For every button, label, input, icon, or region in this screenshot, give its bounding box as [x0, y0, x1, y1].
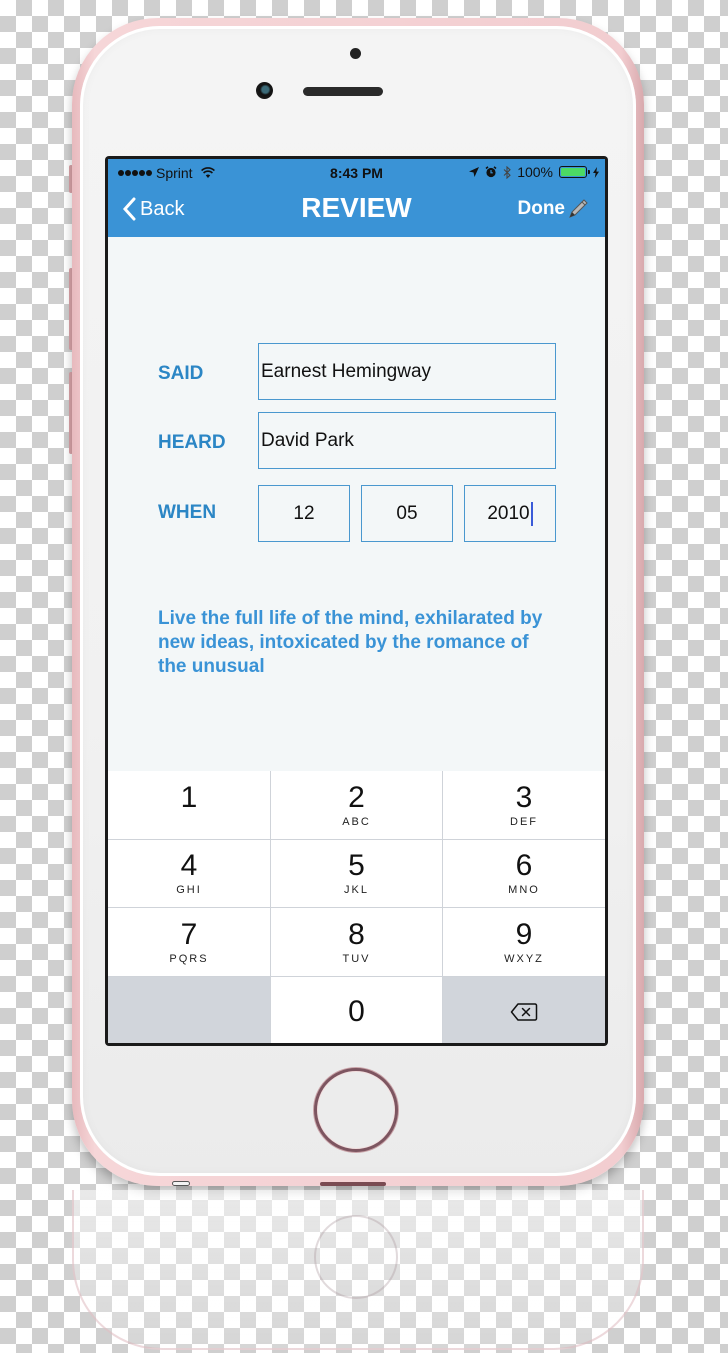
navigation-bar: Sprint 8:43 PM 100% Back REVIEW Done: [108, 159, 605, 237]
key-number: 9: [515, 917, 533, 951]
pen-icon: [569, 199, 588, 218]
earpiece-speaker: [303, 87, 383, 96]
month-input[interactable]: 12: [258, 485, 350, 542]
app-screen: Sprint 8:43 PM 100% Back REVIEW Done SAI…: [108, 159, 605, 1043]
lightning-port: [320, 1182, 386, 1186]
key-number: 8: [348, 917, 365, 951]
key-5[interactable]: 5 JKL: [271, 840, 442, 907]
key-8[interactable]: 8 TUV: [271, 908, 442, 976]
headphone-jack: [172, 1181, 190, 1186]
chevron-left-icon: [122, 197, 136, 221]
said-input[interactable]: Earnest Hemingway: [258, 343, 556, 400]
key-letters: GHI: [176, 884, 202, 896]
key-2[interactable]: 2 ABC: [271, 771, 442, 839]
quote-text: Live the full life of the mind, exhilara…: [158, 608, 543, 677]
key-7[interactable]: 7 PQRS: [108, 908, 270, 976]
year-value: 2010: [487, 502, 530, 524]
key-number: 7: [180, 917, 198, 951]
key-letters: TUV: [342, 952, 371, 965]
key-9[interactable]: 9 WXYZ: [443, 908, 605, 976]
home-button-reflection: [314, 1215, 398, 1299]
key-letters: WXYZ: [504, 952, 544, 965]
said-value: Earnest Hemingway: [261, 360, 432, 382]
status-bar: Sprint 8:43 PM 100%: [108, 159, 605, 185]
key-letters: JKL: [344, 884, 369, 896]
key-letters: PQRS: [169, 952, 209, 965]
year-input[interactable]: 2010: [464, 485, 556, 542]
signal-strength-icon: [118, 170, 152, 176]
backspace-key[interactable]: [443, 977, 605, 1043]
battery-icon: [559, 166, 590, 178]
key-number: 0: [348, 994, 365, 1028]
proximity-sensor: [350, 48, 361, 59]
key-number: 6: [515, 849, 533, 882]
day-input[interactable]: 05: [361, 485, 453, 542]
bluetooth-icon: [503, 165, 511, 179]
done-label: Done: [517, 198, 566, 219]
back-button[interactable]: Back: [122, 197, 184, 221]
key-3[interactable]: 3 DEF: [443, 771, 605, 839]
key-number: 1: [180, 780, 198, 814]
key-number: 3: [515, 780, 533, 814]
battery-fill: [561, 168, 585, 176]
key-letters: MNO: [508, 884, 540, 896]
lightning-bolt-icon: [593, 166, 599, 178]
key-number: 2: [348, 780, 365, 814]
month-value: 12: [293, 502, 315, 524]
location-arrow-icon: [469, 167, 480, 177]
said-label: SAID: [158, 363, 204, 384]
alarm-clock-icon: [485, 166, 497, 178]
status-right: 100%: [469, 164, 599, 180]
key-number: 4: [180, 849, 198, 882]
key-number: 5: [348, 849, 365, 882]
heard-input[interactable]: David Park: [258, 412, 556, 469]
when-label: WHEN: [158, 502, 217, 523]
carrier-name: Sprint: [156, 165, 193, 181]
back-label: Back: [140, 197, 185, 220]
backspace-icon: [510, 1002, 538, 1021]
key-blank: [108, 977, 270, 1043]
heard-value: David Park: [261, 429, 354, 451]
wifi-icon: [200, 167, 215, 178]
heard-label: HEARD: [158, 432, 226, 453]
day-value: 05: [396, 502, 418, 524]
key-4[interactable]: 4 GHI: [108, 840, 270, 907]
battery-percent: 100%: [517, 164, 553, 180]
key-letters: ABC: [342, 815, 371, 828]
done-button[interactable]: Done: [518, 198, 590, 220]
status-left: Sprint: [118, 165, 215, 181]
front-camera-icon: [256, 82, 273, 99]
numeric-keypad: 1 2 ABC 3 DEF 4 GHI 5 JKL 6 MNO 7 PQRS 8…: [108, 771, 605, 1043]
home-button[interactable]: [314, 1068, 398, 1152]
key-0[interactable]: 0: [271, 977, 442, 1043]
key-letters: DEF: [510, 815, 538, 828]
key-1[interactable]: 1: [108, 771, 270, 839]
screen: Sprint 8:43 PM 100% Back REVIEW Done SAI…: [105, 156, 608, 1046]
key-6[interactable]: 6 MNO: [443, 840, 605, 907]
text-caret: [530, 501, 533, 526]
